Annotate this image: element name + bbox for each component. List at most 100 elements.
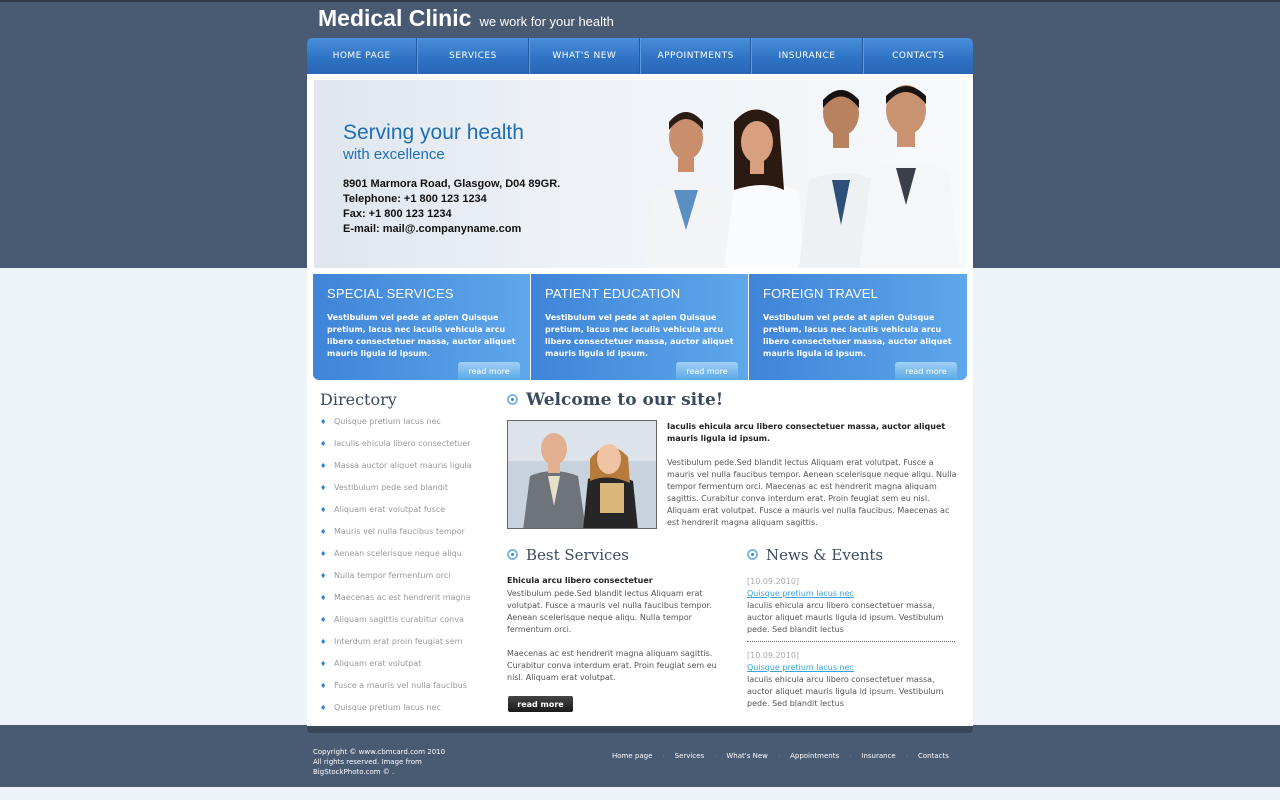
bullet-icon: ♦ (320, 704, 327, 712)
promo-text: Vestibulum vel pede at apien Quisque pre… (763, 313, 952, 358)
footer-separator: · (662, 752, 665, 760)
welcome-body: Vestibulum pede.Sed blandit lectus Aliqu… (667, 458, 957, 527)
read-more-button[interactable]: read more (676, 362, 738, 380)
footer-link-services[interactable]: Services (675, 752, 705, 760)
footer-separator: · (905, 752, 908, 760)
bullet-icon: ♦ (320, 506, 327, 514)
nav-whats-new[interactable]: WHAT'S NEW (528, 38, 640, 74)
bullet-icon: ♦ (320, 594, 327, 602)
panel-bottom-edge (307, 726, 973, 733)
promo-title: SPECIAL SERVICES (327, 286, 454, 301)
fax-line: Fax: +1 800 123 1234 (343, 208, 452, 220)
bullet-icon: ♦ (320, 660, 327, 668)
welcome-lead: Iaculis ehicula arcu libero consectetuer… (667, 422, 946, 443)
footer-link-contacts[interactable]: Contacts (918, 752, 949, 760)
list-item[interactable]: ♦ Quisque pretium lacus nec (320, 417, 472, 439)
list-item[interactable]: ♦ Aliquam sagittis curabitur conva (320, 615, 472, 637)
footer-link-home-page[interactable]: Home page (612, 752, 652, 760)
promo-foreign-travel: FOREIGN TRAVEL Vestibulum vel pede at ap… (749, 274, 967, 380)
contact-info: 8901 Marmora Road, Glasgow, D04 89GR. Te… (343, 177, 560, 237)
promo-special-services: SPECIAL SERVICES Vestibulum vel pede at … (313, 274, 530, 380)
site-logo[interactable]: Medical Clinic we work for your health (318, 5, 614, 32)
nav-appointments[interactable]: APPOINTMENTS (639, 38, 752, 74)
footer-separator: · (849, 752, 852, 760)
list-item[interactable]: ♦ Vestibulum pede sed blandit (320, 483, 472, 505)
list-item[interactable]: ♦ Maecenas ac est hendrerit magna (320, 593, 472, 615)
nav-services[interactable]: SERVICES (417, 38, 529, 74)
read-more-button[interactable]: read more (895, 362, 957, 380)
footer-nav: Home page · Services · What's New · Appo… (612, 752, 949, 760)
main-nav: HOME PAGE SERVICES WHAT'S NEW APPOINTMEN… (307, 38, 973, 74)
bullet-icon: ♦ (320, 440, 327, 448)
news-item: [10.09.2010] Quisque pretium lacus nec I… (747, 650, 955, 710)
promo-text: Vestibulum vel pede at apien Quisque pre… (545, 313, 734, 358)
news-date: [10.09.2010] (747, 651, 800, 660)
target-icon (507, 393, 518, 405)
nav-insurance[interactable]: INSURANCE (751, 38, 863, 74)
bullet-icon: ♦ (320, 418, 327, 426)
hero-banner: Serving your health with excellence 8901… (314, 80, 967, 268)
best-services-body-2: Maecenas ac est hendrerit magna aliquam … (507, 649, 717, 682)
footer-separator: · (714, 752, 717, 760)
read-more-button[interactable]: read more (458, 362, 520, 380)
target-icon (507, 549, 518, 560)
copyright-line-2: All rights reserved. Image from (313, 758, 422, 766)
best-services-lead: Ehicula arcu libero consectetuer (507, 576, 653, 585)
promo-title: PATIENT EDUCATION (545, 286, 681, 301)
telephone-line: Telephone: +1 800 123 1234 (343, 193, 487, 205)
promo-title: FOREIGN TRAVEL (763, 286, 879, 301)
bullet-icon: ♦ (320, 638, 327, 646)
bullet-icon: ♦ (320, 616, 327, 624)
news-link[interactable]: Quisque pretium lacus nec (747, 662, 955, 674)
promo-text: Vestibulum vel pede at apien Quisque pre… (327, 313, 516, 358)
news-text: Iaculis ehicula arcu libero consectetuer… (747, 675, 944, 708)
list-item[interactable]: ♦ Fusce a mauris vel nulla faucibus (320, 681, 472, 703)
list-item[interactable]: ♦ Aliquam erat volutpat fusce (320, 505, 472, 527)
footer-link-whats-new[interactable]: What's New (726, 752, 767, 760)
news-text: Iaculis ehicula arcu libero consectetuer… (747, 601, 944, 634)
copyright-line-1: Copyright © www.cbmcard.com 2010 (313, 748, 446, 756)
target-icon (747, 549, 758, 560)
footer-separator: · (777, 752, 781, 760)
list-item[interactable]: ♦ Interdum erat proin feugiat sem (320, 637, 472, 659)
directory-title: Directory (320, 390, 397, 409)
bullet-icon: ♦ (320, 462, 327, 470)
bullet-icon: ♦ (320, 550, 327, 558)
directory-list: ♦ Quisque pretium lacus nec ♦ Iaculis ehic… (320, 417, 472, 725)
nav-contacts[interactable]: CONTACTS (862, 38, 973, 74)
logo-title: Medical Clinic (318, 5, 472, 31)
bullet-icon: ♦ (320, 682, 327, 690)
footer-link-insurance[interactable]: Insurance (861, 752, 895, 760)
list-item[interactable]: ♦ Nulla tempor fermentum orci (320, 571, 472, 593)
hero-subtitle: with excellence (343, 146, 445, 163)
list-item[interactable]: ♦ Massa auctor aliquet mauris ligula (320, 461, 472, 483)
list-item[interactable]: ♦ Aenean scelerisque neque aliqu (320, 549, 472, 571)
list-item[interactable]: ♦ Iaculis ehicula libero consectetuer (320, 439, 472, 461)
nav-home-page[interactable]: HOME PAGE (307, 38, 418, 74)
footer-link-appointments[interactable]: Appointments (790, 752, 839, 760)
copyright: Copyright © www.cbmcard.com 2010 All rig… (313, 747, 445, 777)
doctors-photo (644, 85, 959, 268)
news-item: [10.09.2010] Quisque pretium lacus nec I… (747, 576, 955, 636)
best-services-heading: Best Services (507, 546, 629, 564)
news-divider (747, 641, 955, 642)
news-link[interactable]: Quisque pretium lacus nec (747, 588, 955, 600)
copyright-line-3: BigStockPhoto.com © . (313, 768, 395, 776)
list-item[interactable]: ♦ Aliquam erat volutpat (320, 659, 472, 681)
hero-title: Serving your health (343, 121, 524, 144)
logo-tagline: we work for your health (479, 14, 614, 29)
read-more-button[interactable]: read more (508, 696, 573, 712)
email-line: E-mail: mail@.companyname.com (343, 223, 522, 235)
footer-strip (0, 787, 1280, 800)
address-line: 8901 Marmora Road, Glasgow, D04 89GR. (343, 178, 561, 190)
promo-patient-education: PATIENT EDUCATION Vestibulum vel pede at… (531, 274, 748, 380)
news-date: [10.09.2010] (747, 577, 800, 586)
best-services-body: Vestibulum pede.Sed blandit lectus Aliqu… (507, 589, 712, 634)
business-people-photo (507, 420, 657, 529)
bullet-icon: ♦ (320, 528, 327, 536)
list-item[interactable]: ♦ Mauris vel nulla faucibus tempor (320, 527, 472, 549)
bullet-icon: ♦ (320, 484, 327, 492)
news-heading: News & Events (747, 546, 883, 564)
list-item[interactable]: ♦ Quisque pretium lacus nec (320, 703, 472, 725)
bullet-icon: ♦ (320, 572, 327, 580)
